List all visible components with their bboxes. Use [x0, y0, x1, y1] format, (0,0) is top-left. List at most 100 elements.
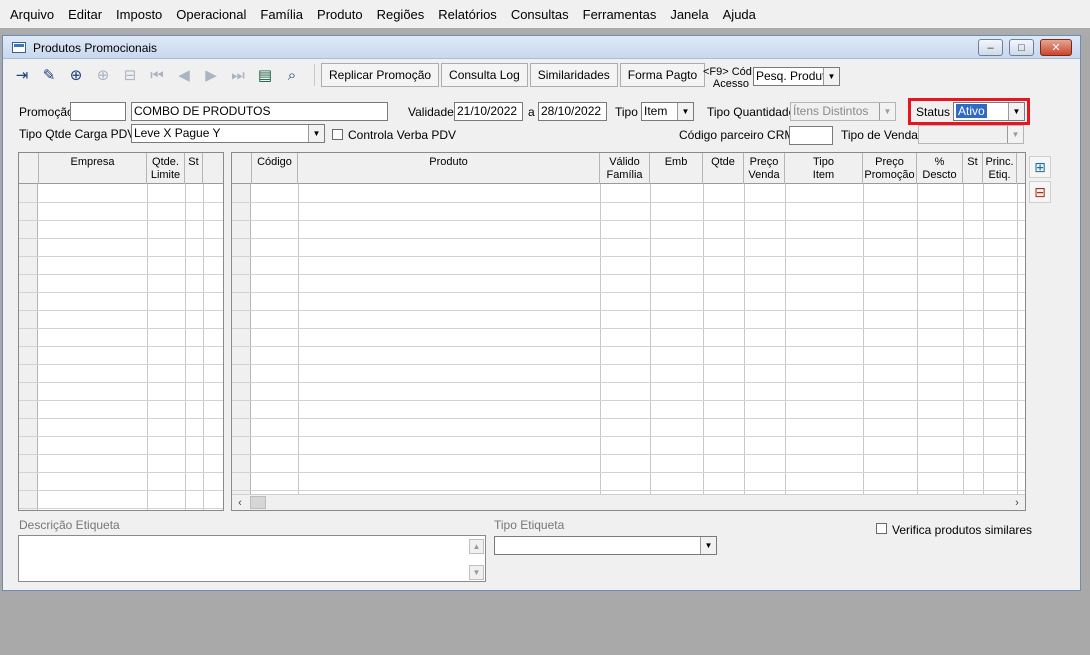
column-header-text: Produto: [429, 156, 468, 168]
list-view-icon[interactable]: ▤: [254, 64, 276, 86]
validade-from-input[interactable]: 21/10/2022: [454, 102, 523, 121]
similaridades-button[interactable]: Similaridades: [529, 63, 618, 87]
menu-arquivo[interactable]: Arquivo: [4, 7, 62, 22]
replicar-promocao-button[interactable]: Replicar Promoção: [321, 63, 440, 87]
add-item-icon[interactable]: ⊞: [1029, 156, 1051, 178]
column-header-text: Limite: [150, 169, 181, 181]
chevron-down-icon[interactable]: ▼: [1007, 126, 1023, 143]
grid-row-line: [232, 202, 1025, 203]
menu-relatorios[interactable]: Relatórios: [432, 7, 505, 22]
grid-row-line: [232, 436, 1025, 437]
menu-ajuda[interactable]: Ajuda: [717, 7, 764, 22]
menu-imposto[interactable]: Imposto: [110, 7, 170, 22]
last-record-icon[interactable]: ⏭: [227, 64, 249, 86]
grid-row-line: [232, 472, 1025, 473]
forma-pagto-button[interactable]: Forma Pagto: [619, 63, 706, 87]
tipo-qtde-carga-value: Leve X Pague Y: [134, 126, 221, 140]
menu-familia[interactable]: Família: [254, 7, 311, 22]
column-header-preco-venda[interactable]: Preço Venda: [744, 153, 785, 184]
column-header-descto[interactable]: % Descto: [917, 153, 963, 184]
grid-row-line: [19, 202, 223, 203]
tipo-etiqueta-label: Tipo Etiqueta: [494, 518, 565, 532]
column-header-emb[interactable]: Emb: [650, 153, 703, 184]
menu-ferramentas[interactable]: Ferramentas: [577, 7, 665, 22]
descricao-etiqueta-textarea[interactable]: ▲ ▼: [18, 535, 486, 582]
menu-consultas[interactable]: Consultas: [505, 7, 577, 22]
scroll-right-icon[interactable]: ›: [1009, 495, 1025, 510]
prev-record-icon[interactable]: ◀: [173, 64, 195, 86]
menu-editar[interactable]: Editar: [62, 7, 110, 22]
search-record-icon[interactable]: ⌕: [281, 64, 303, 86]
column-header-st[interactable]: St: [185, 153, 203, 184]
scroll-left-icon[interactable]: ‹: [232, 495, 248, 510]
tipo-select[interactable]: Item ▼: [641, 102, 694, 121]
codigo-parceiro-input[interactable]: [789, 126, 833, 145]
scroll-up-icon[interactable]: ▲: [469, 539, 484, 554]
empresa-grid[interactable]: Empresa Qtde. Limite St: [18, 152, 224, 511]
column-header-text: Etiq.: [988, 169, 1011, 181]
remove-item-icon[interactable]: ⊟: [1029, 181, 1051, 203]
column-header-qtde[interactable]: Qtde: [703, 153, 744, 184]
produto-grid[interactable]: Código Produto Válido Família Emb Qtde P…: [231, 152, 1026, 511]
tipo-qtde-carga-select[interactable]: Leve X Pague Y ▼: [131, 124, 325, 143]
chevron-down-icon[interactable]: ▼: [700, 537, 716, 554]
menu-regioes[interactable]: Regiões: [371, 7, 433, 22]
column-divider: [600, 184, 601, 494]
cod-acesso-select[interactable]: Pesq. Produtc ▼: [753, 67, 840, 86]
horizontal-scrollbar[interactable]: ‹ ›: [232, 494, 1025, 510]
column-header-qtde-limite[interactable]: Qtde. Limite: [147, 153, 185, 184]
menu-produto[interactable]: Produto: [311, 7, 371, 22]
minimize-button[interactable]: –: [978, 39, 1003, 56]
column-header-tipo-item[interactable]: Tipo Item: [785, 153, 863, 184]
close-button[interactable]: ✕: [1040, 39, 1072, 56]
row-selector-header: [19, 153, 39, 184]
grid-row-line: [232, 346, 1025, 347]
column-header-produto[interactable]: Produto: [298, 153, 600, 184]
maximize-button[interactable]: □: [1009, 39, 1034, 56]
first-record-icon[interactable]: ⏮: [146, 64, 168, 86]
column-header-text: Válido: [609, 156, 640, 168]
verifica-similares-checkbox[interactable]: [876, 523, 887, 534]
consulta-log-button[interactable]: Consulta Log: [441, 63, 528, 87]
chevron-down-icon[interactable]: ▼: [879, 103, 895, 120]
menu-janela[interactable]: Janela: [664, 7, 716, 22]
edit-pencil-icon[interactable]: ✎: [38, 64, 60, 86]
column-header-empresa[interactable]: Empresa: [39, 153, 147, 184]
tipo-venda-select[interactable]: ▼: [918, 125, 1024, 144]
controla-verba-checkbox[interactable]: [332, 129, 343, 140]
delete-record-icon[interactable]: ⊟: [119, 64, 141, 86]
validade-to-input[interactable]: 28/10/2022: [538, 102, 607, 121]
column-divider: [917, 184, 918, 494]
column-header-codigo[interactable]: Código: [252, 153, 298, 184]
exit-door-icon[interactable]: ⇥: [11, 64, 33, 86]
status-highlight-frame: [908, 98, 1030, 125]
tipo-quantidade-select[interactable]: Ítens Distintos ▼: [790, 102, 896, 121]
scroll-down-icon[interactable]: ▼: [469, 565, 484, 580]
menu-operacional[interactable]: Operacional: [170, 7, 254, 22]
window-titlebar[interactable]: Produtos Promocionais – □ ✕: [3, 36, 1080, 59]
grid-row-line: [19, 490, 223, 491]
new-record-icon[interactable]: ⊕: [65, 64, 87, 86]
tipo-etiqueta-select[interactable]: ▼: [494, 536, 717, 555]
column-header-preco-promocao[interactable]: Preço Promoção: [863, 153, 917, 184]
scrollbar-thumb[interactable]: [250, 496, 266, 509]
column-header-st[interactable]: St: [963, 153, 983, 184]
grid-row-line: [19, 418, 223, 419]
chevron-down-icon[interactable]: ▼: [677, 103, 693, 120]
promocao-desc-input[interactable]: COMBO DE PRODUTOS: [131, 102, 388, 121]
next-record-icon[interactable]: ▶: [200, 64, 222, 86]
grid-row-line: [232, 382, 1025, 383]
save-record-icon[interactable]: ⊕: [92, 64, 114, 86]
column-divider: [744, 184, 745, 494]
column-header-valido-familia[interactable]: Válido Família: [600, 153, 650, 184]
grid-row-line: [232, 400, 1025, 401]
toolbar: ⇥ ✎ ⊕ ⊕ ⊟ ⏮ ◀ ▶ ⏭ ▤ ⌕ Replicar Promoção …: [11, 62, 707, 88]
chevron-down-icon[interactable]: ▼: [308, 125, 324, 142]
column-header-princ-etiq[interactable]: Princ. Etiq.: [983, 153, 1017, 184]
column-header-text: Preço: [749, 156, 779, 168]
tipo-venda-label: Tipo de Venda: [841, 128, 918, 142]
promocao-code-input[interactable]: [70, 102, 126, 121]
column-divider: [185, 184, 186, 510]
grid-row-line: [19, 328, 223, 329]
chevron-down-icon[interactable]: ▼: [823, 68, 839, 85]
